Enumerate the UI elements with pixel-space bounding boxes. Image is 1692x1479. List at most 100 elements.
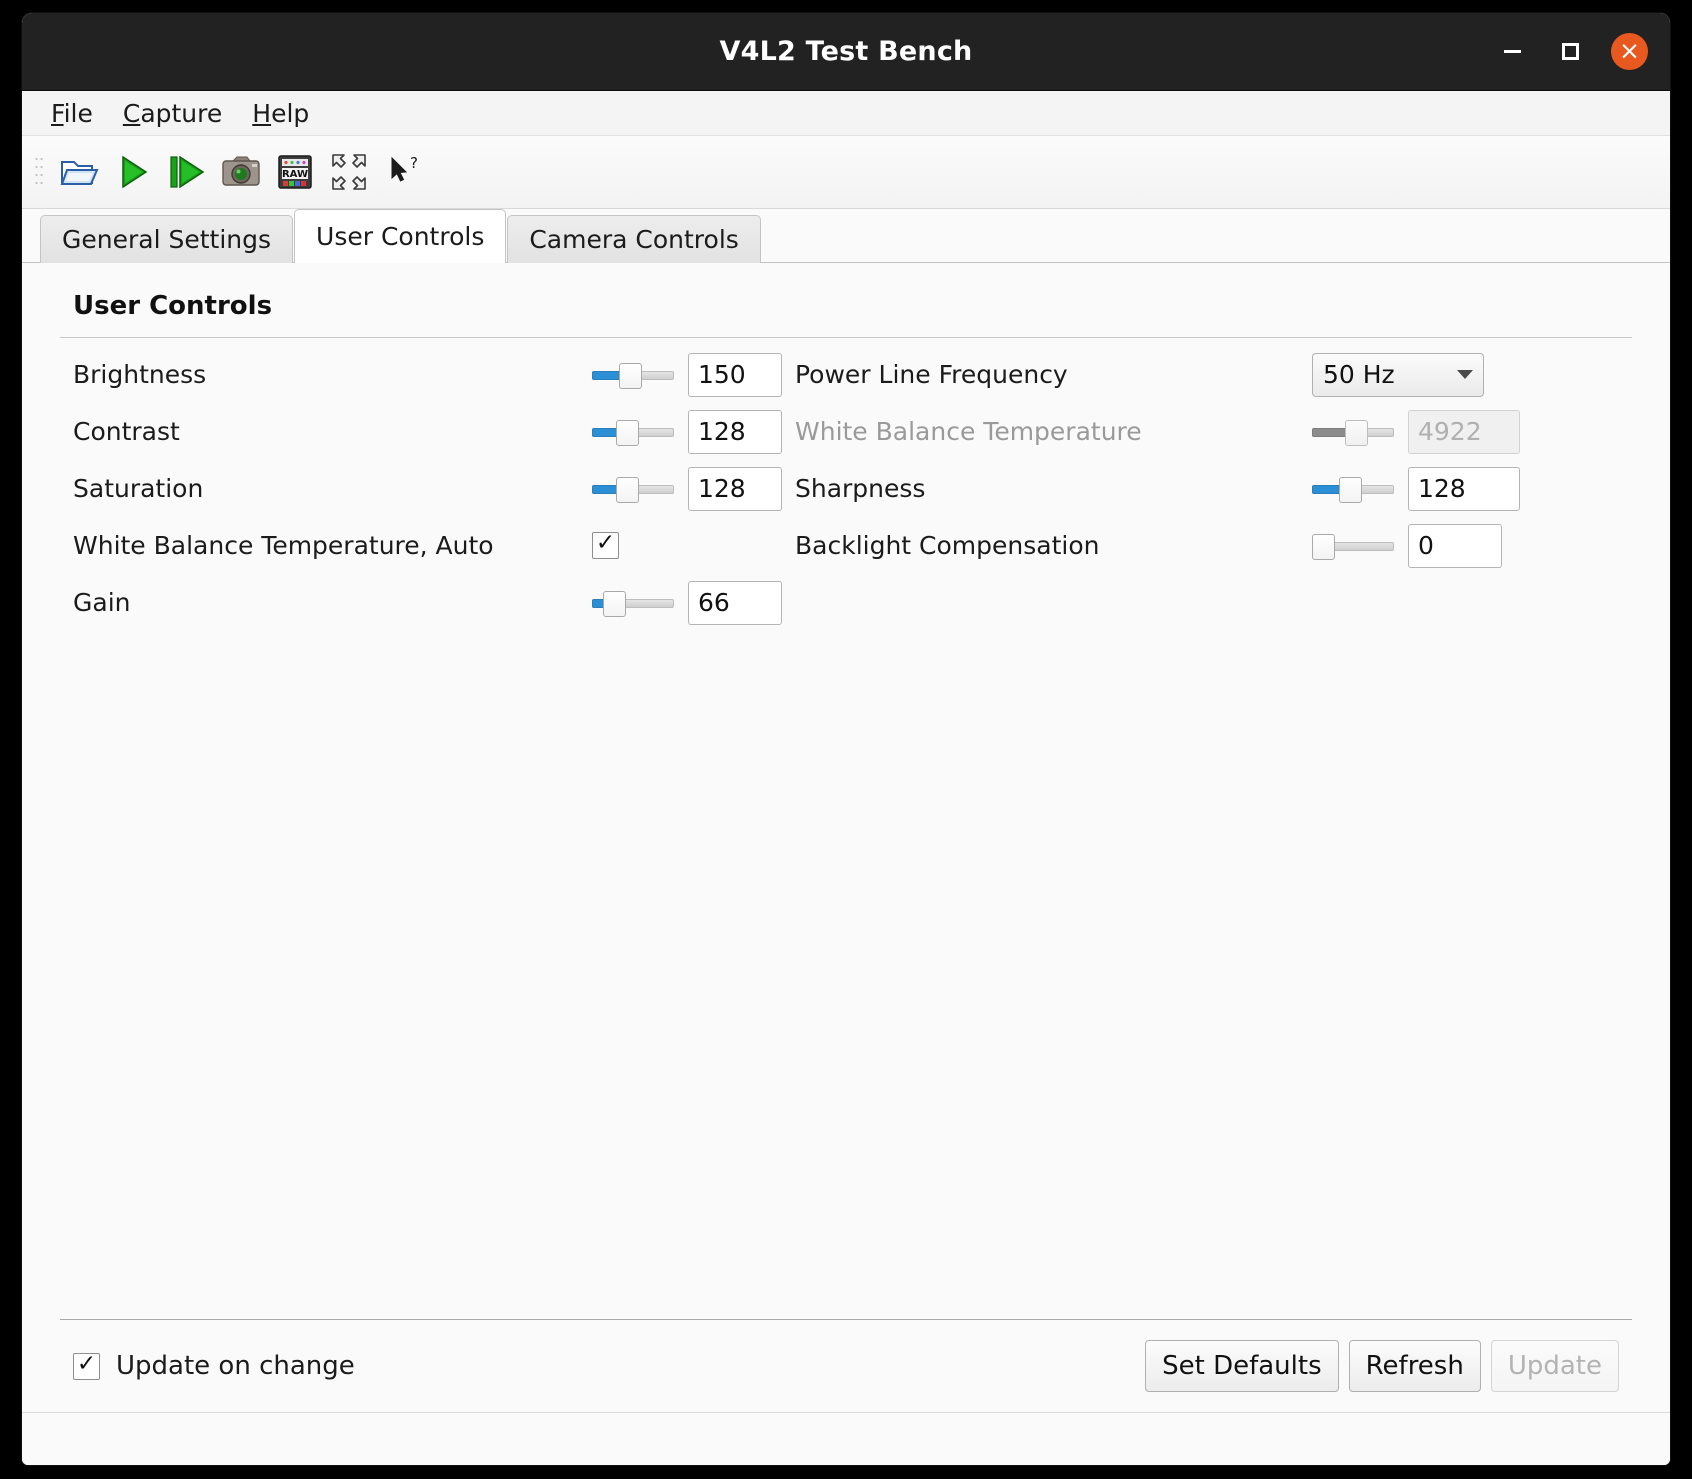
contrast-slider[interactable] — [592, 417, 674, 447]
sharpness-cell: 128 — [1312, 466, 1542, 511]
window-controls: × — [1495, 13, 1648, 90]
application-window: V4L2 Test Bench × File Capture Help RAW … — [22, 13, 1670, 1465]
sharpness-value-field[interactable]: 128 — [1408, 466, 1520, 511]
tab-general-settings-label: General Settings — [62, 225, 272, 254]
tab-camera-controls-label: Camera Controls — [529, 225, 739, 254]
menu-help-label: elp — [271, 98, 310, 128]
maximize-button[interactable] — [1553, 35, 1587, 69]
menu-help-mnemonic: H — [252, 98, 272, 128]
backlight-compensation-label: Backlight Compensation — [795, 531, 1100, 560]
control-row-power-line-frequency: Power Line Frequency 50 Hz — [782, 346, 1542, 403]
footer-buttons: Set Defaults Refresh Update — [1145, 1340, 1619, 1392]
slider-handle[interactable] — [616, 476, 639, 503]
update-on-change-label: Update on change — [116, 1351, 355, 1381]
update-on-change-group[interactable]: ✓ Update on change — [73, 1351, 355, 1381]
slider-handle[interactable] — [603, 590, 626, 617]
whats-this-help-icon: ? — [391, 154, 418, 182]
menu-help[interactable]: Help — [241, 97, 320, 130]
saturation-slider[interactable] — [592, 474, 674, 504]
gain-label: Gain — [73, 588, 131, 617]
white-balance-temperature-cell: 4922 — [1312, 409, 1542, 454]
raw-capture-icon: RAW — [278, 155, 312, 189]
slider-handle[interactable] — [619, 362, 642, 389]
play-button[interactable] — [106, 145, 160, 199]
backlight-compensation-value-field[interactable]: 0 — [1408, 523, 1502, 568]
controls-column-left: Brightness 150 Contrast 128 Saturation 1… — [60, 346, 782, 631]
fullscreen-icon — [332, 154, 366, 190]
control-row-backlight-compensation: Backlight Compensation 0 — [782, 517, 1542, 574]
tab-camera-controls[interactable]: Camera Controls — [507, 215, 761, 263]
checkmark-icon: ✓ — [595, 530, 616, 556]
svg-text:RAW: RAW — [282, 169, 308, 180]
user-controls-panel: User Controls Brightness 150 Contrast 12… — [22, 263, 1670, 1319]
svg-text:?: ? — [410, 154, 418, 172]
menu-capture[interactable]: Capture — [112, 97, 233, 130]
control-row-contrast: Contrast 128 — [60, 403, 782, 460]
chevron-down-icon — [1457, 370, 1473, 379]
white-balance-auto-checkbox[interactable]: ✓ — [592, 532, 619, 559]
power-line-frequency-cell: 50 Hz — [1312, 352, 1542, 397]
menu-bar: File Capture Help — [22, 91, 1670, 136]
menu-capture-label: apture — [140, 98, 223, 128]
control-row-gain: Gain 66 — [60, 574, 782, 631]
step-play-icon — [170, 155, 205, 189]
saturation-value-field[interactable]: 128 — [688, 466, 782, 511]
slider-handle[interactable] — [616, 419, 639, 446]
power-line-frequency-label: Power Line Frequency — [795, 360, 1068, 389]
toolbar-drag-handle[interactable] — [34, 155, 44, 189]
step-play-button[interactable] — [160, 145, 214, 199]
tab-bar: General Settings User Controls Camera Co… — [22, 209, 1670, 263]
minimize-button[interactable] — [1495, 35, 1529, 69]
snapshot-button[interactable] — [214, 145, 268, 199]
controls-grid: Brightness 150 Contrast 128 Saturation 1… — [60, 346, 1632, 631]
slider-fill — [1312, 427, 1348, 437]
menu-file[interactable]: File — [40, 97, 104, 130]
control-row-saturation: Saturation 128 — [60, 460, 782, 517]
white-balance-temperature-value-field: 4922 — [1408, 409, 1520, 454]
slider-fill — [592, 484, 619, 494]
play-icon — [122, 155, 148, 189]
gain-slider[interactable] — [592, 588, 674, 618]
open-device-button[interactable] — [52, 145, 106, 199]
menu-file-mnemonic: F — [51, 98, 64, 128]
panel-divider — [60, 337, 1632, 338]
power-line-frequency-combobox[interactable]: 50 Hz — [1312, 352, 1484, 397]
set-defaults-button[interactable]: Set Defaults — [1145, 1340, 1339, 1392]
slider-fill — [592, 427, 619, 437]
tab-user-controls[interactable]: User Controls — [294, 209, 507, 263]
footer-bar: ✓ Update on change Set Defaults Refresh … — [60, 1320, 1632, 1412]
contrast-value-field[interactable]: 128 — [688, 409, 782, 454]
whats-this-button[interactable]: ? — [376, 145, 430, 199]
power-line-frequency-value: 50 Hz — [1323, 360, 1395, 389]
toolbar: RAW ? — [22, 136, 1670, 209]
slider-fill — [592, 370, 622, 380]
tab-general-settings[interactable]: General Settings — [40, 215, 294, 263]
maximize-icon — [1561, 43, 1579, 60]
menu-file-label: ile — [63, 98, 93, 128]
panel-heading: User Controls — [73, 291, 273, 321]
raw-capture-button[interactable]: RAW — [268, 145, 322, 199]
slider-handle[interactable] — [1312, 533, 1335, 560]
close-button[interactable]: × — [1611, 33, 1648, 70]
sharpness-slider[interactable] — [1312, 474, 1394, 504]
backlight-compensation-cell: 0 — [1312, 523, 1542, 568]
slider-handle[interactable] — [1339, 476, 1362, 503]
refresh-button[interactable]: Refresh — [1348, 1340, 1481, 1392]
fullscreen-button[interactable] — [322, 145, 376, 199]
minimize-icon — [1503, 50, 1521, 53]
control-row-white-balance-auto: White Balance Temperature, Auto ✓ — [60, 517, 782, 574]
status-bar — [22, 1412, 1670, 1465]
update-on-change-checkbox[interactable]: ✓ — [73, 1350, 100, 1380]
brightness-value-field[interactable]: 150 — [688, 352, 782, 397]
snapshot-camera-icon — [222, 156, 260, 186]
slider-handle — [1345, 419, 1368, 446]
white-balance-temperature-slider — [1312, 417, 1394, 447]
contrast-label: Contrast — [73, 417, 180, 446]
control-row-sharpness: Sharpness 128 — [782, 460, 1542, 517]
backlight-compensation-slider[interactable] — [1312, 531, 1394, 561]
checkmark-icon: ✓ — [76, 1350, 97, 1377]
white-balance-auto-label: White Balance Temperature, Auto — [73, 531, 494, 560]
brightness-label: Brightness — [73, 360, 207, 389]
gain-value-field[interactable]: 66 — [688, 580, 782, 625]
brightness-slider[interactable] — [592, 360, 674, 390]
